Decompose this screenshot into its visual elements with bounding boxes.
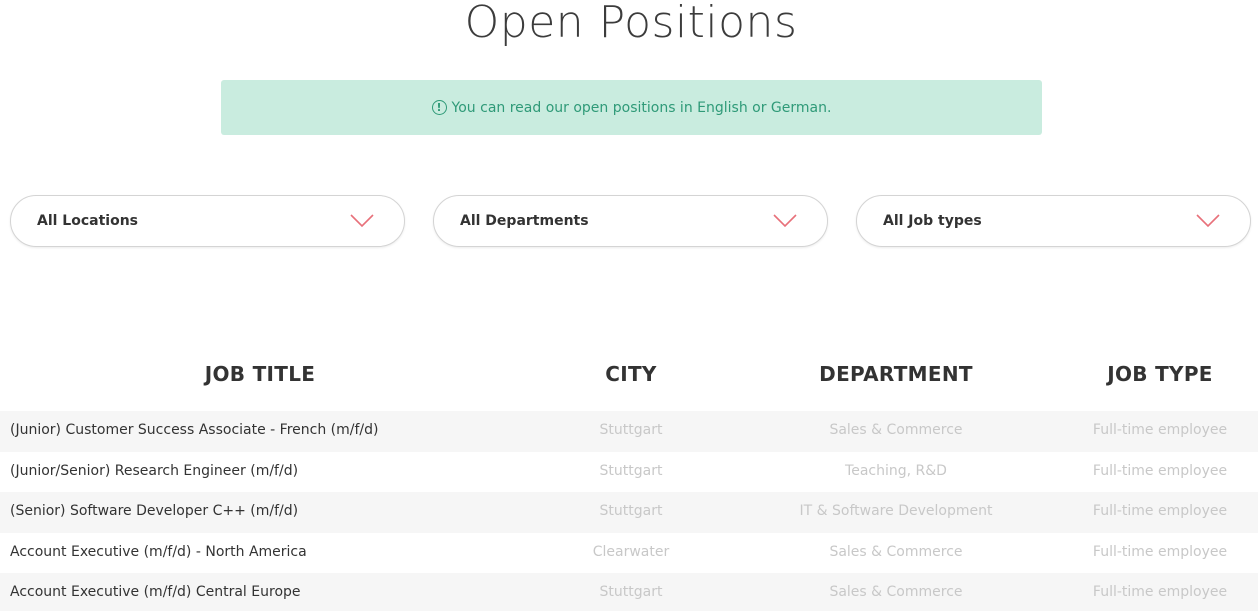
job-city: Clearwater: [592, 543, 670, 560]
job-department: Sales & Commerce: [829, 422, 963, 438]
chevron-down-icon: [350, 214, 374, 228]
department-filter-label: All Departments: [460, 213, 589, 229]
job-type: Full-time employee: [1092, 462, 1228, 479]
positions-table-header: JOB TITLE CITY DEPARTMENT JOB TYPE: [0, 358, 1258, 394]
chevron-down-icon: [1196, 214, 1220, 228]
job-type: Full-time employee: [1092, 584, 1228, 600]
location-filter-dropdown[interactable]: All Locations: [10, 195, 405, 247]
job-type-filter-label: All Job types: [883, 213, 982, 229]
table-row[interactable]: (Junior) Customer Success Associate - Fr…: [0, 411, 1258, 452]
job-department: Teaching, R&D: [845, 462, 947, 479]
job-type: Full-time employee: [1092, 503, 1228, 519]
job-title-link[interactable]: (Junior/Senior) Research Engineer (m/f/d…: [10, 463, 298, 479]
table-row[interactable]: (Senior) Software Developer C++ (m/f/d) …: [0, 492, 1258, 533]
job-city: Stuttgart: [599, 584, 663, 600]
careers-page: Open Positions ! You can read our open p…: [0, 0, 1258, 611]
job-city: Stuttgart: [599, 503, 663, 519]
header-job-type: JOB TYPE: [1107, 362, 1213, 386]
job-title-link[interactable]: (Junior) Customer Success Associate - Fr…: [10, 422, 378, 438]
table-row[interactable]: Account Executive (m/f/d) Central Europe…: [0, 573, 1258, 611]
info-circle-icon: !: [431, 100, 447, 115]
language-notice: ! You can read our open positions in Eng…: [221, 80, 1042, 135]
job-department: Sales & Commerce: [829, 543, 963, 560]
header-job-title: JOB TITLE: [204, 362, 316, 386]
page-title: Open Positions: [464, 0, 798, 48]
job-title-link[interactable]: Account Executive (m/f/d) Central Europe: [10, 584, 301, 600]
job-department: Sales & Commerce: [829, 584, 963, 600]
job-title-link[interactable]: Account Executive (m/f/d) - North Americ…: [10, 544, 307, 560]
job-department: IT & Software Development: [799, 503, 993, 519]
header-city: CITY: [605, 362, 657, 386]
notice-text: You can read our open positions in Engli…: [451, 99, 832, 116]
job-title-link[interactable]: (Senior) Software Developer C++ (m/f/d): [10, 503, 298, 519]
header-department: DEPARTMENT: [819, 362, 973, 386]
job-city: Stuttgart: [599, 422, 663, 438]
job-type: Full-time employee: [1092, 422, 1228, 438]
positions-table-body: (Junior) Customer Success Associate - Fr…: [0, 411, 1258, 611]
chevron-down-icon: [773, 214, 797, 228]
job-type: Full-time employee: [1092, 543, 1228, 560]
location-filter-label: All Locations: [37, 213, 139, 229]
table-row[interactable]: (Junior/Senior) Research Engineer (m/f/d…: [0, 452, 1258, 493]
department-filter-dropdown[interactable]: All Departments: [433, 195, 828, 247]
table-row[interactable]: Account Executive (m/f/d) - North Americ…: [0, 533, 1258, 574]
job-type-filter-dropdown[interactable]: All Job types: [856, 195, 1251, 247]
job-city: Stuttgart: [599, 462, 663, 479]
